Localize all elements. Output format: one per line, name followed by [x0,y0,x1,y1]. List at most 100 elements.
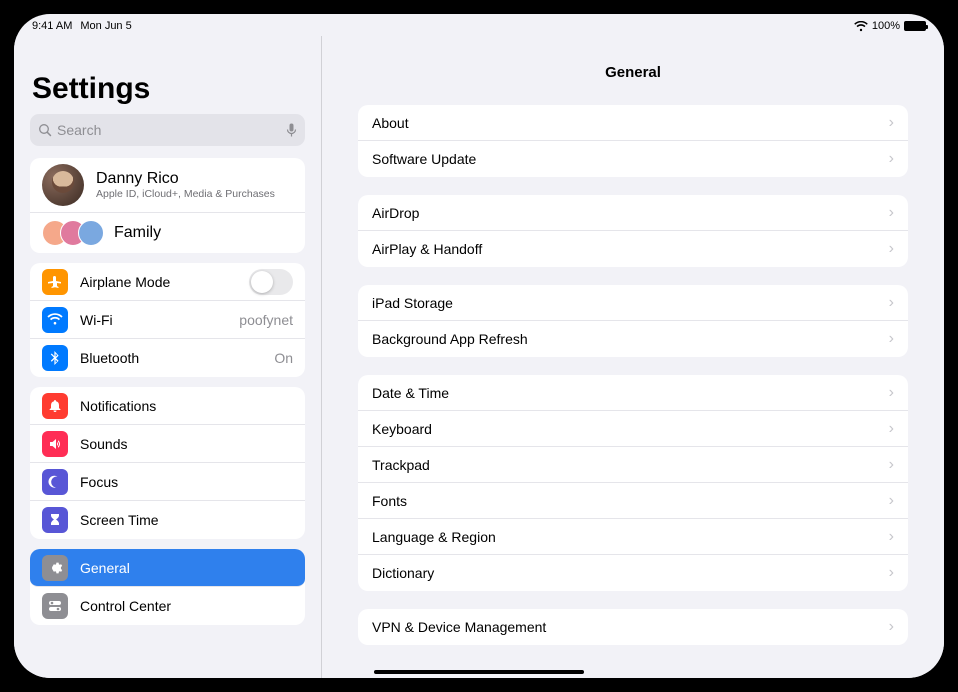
sidebar[interactable]: Settings Search Danny Rico [14,36,322,678]
sidebar-item-label: Wi-Fi [80,312,239,328]
chevron-right-icon: › [889,294,894,312]
wifi-status-icon [854,21,868,32]
sidebar-item-label: Focus [80,474,293,490]
detail-title: General [322,36,944,95]
detail-row-airplay-handoff[interactable]: AirPlay & Handoff› [358,231,908,267]
detail-section-0: About › Software Update › [358,105,908,177]
sidebar-item-screentime[interactable]: Screen Time [30,501,305,539]
detail-section-2: iPad Storage › Background App Refresh › [358,285,908,357]
sidebar-item-label: Sounds [80,436,293,452]
gear-icon [42,555,68,581]
sidebar-item-value: poofynet [239,312,293,328]
detail-pane[interactable]: General About›Software Update›AirDrop›Ai… [322,36,944,678]
apple-id-row[interactable]: Danny Rico Apple ID, iCloud+, Media & Pu… [30,158,305,213]
detail-row-language-region[interactable]: Language & Region › [358,519,908,555]
hourglass-icon [42,507,68,533]
sidebar-section-system: General Control Center [30,549,305,625]
chevron-right-icon: › [889,204,894,222]
home-indicator[interactable] [374,670,584,674]
detail-row-label: Trackpad [372,457,883,473]
detail-row-label: AirDrop [372,205,883,221]
chevron-right-icon: › [889,330,894,348]
sidebar-item-focus[interactable]: Focus [30,463,305,501]
speaker-icon [42,431,68,457]
chevron-right-icon: › [889,528,894,546]
dictation-icon[interactable] [286,123,297,138]
detail-row-keyboard[interactable]: Keyboard › [358,411,908,447]
airplane-icon [42,269,68,295]
sidebar-section-connectivity: Airplane ModeWi-FipoofynetBluetoothOn [30,263,305,377]
chevron-right-icon: › [889,618,894,636]
sidebar-item-value: On [274,350,293,366]
detail-row-trackpad[interactable]: Trackpad › [358,447,908,483]
switches-icon [42,593,68,619]
chevron-right-icon: › [889,114,894,132]
sidebar-item-label: Notifications [80,398,293,414]
detail-row-ipad-storage[interactable]: iPad Storage › [358,285,908,321]
sidebar-item-general[interactable]: General [30,549,305,587]
family-row[interactable]: Family [30,213,305,253]
account-name: Danny Rico [96,169,275,188]
sidebar-item-wifi[interactable]: Wi-Fipoofynet [30,301,305,339]
sidebar-item-notifications[interactable]: Notifications [30,387,305,425]
status-date: Mon Jun 5 [80,20,131,32]
detail-row-airdrop[interactable]: AirDrop › [358,195,908,231]
detail-row-label: AirPlay & Handoff [372,241,883,257]
device-frame: 9:41 AM Mon Jun 5 100% Settings Sear [0,0,958,692]
detail-row-background-app-refresh[interactable]: Background App Refresh › [358,321,908,357]
detail-row-dictionary[interactable]: Dictionary › [358,555,908,591]
chevron-right-icon: › [889,564,894,582]
search-icon [38,123,52,137]
detail-row-label: Background App Refresh [372,331,883,347]
moon-icon [42,469,68,495]
detail-row-software-update[interactable]: Software Update › [358,141,908,177]
detail-row-label: VPN & Device Management [372,619,883,635]
status-left: 9:41 AM Mon Jun 5 [32,20,132,32]
sidebar-section-alerts: Notifications Sounds Focus Screen Time [30,387,305,539]
detail-row-label: Language & Region [372,529,883,545]
battery-percent: 100% [872,20,900,32]
detail-row-about[interactable]: About › [358,105,908,141]
search-placeholder: Search [57,122,286,138]
airplane-toggle[interactable] [249,269,293,295]
sidebar-item-bluetooth[interactable]: BluetoothOn [30,339,305,377]
family-avatars-icon [42,220,104,246]
detail-section-1: AirDrop › AirPlay & Handoff› [358,195,908,267]
bell-icon [42,393,68,419]
status-time: 9:41 AM [32,20,72,32]
account-subtitle: Apple ID, iCloud+, Media & Purchases [96,188,275,201]
detail-row-label: Dictionary [372,565,883,581]
detail-section-4: VPN & Device Management › [358,609,908,645]
sidebar-item-label: Screen Time [80,512,293,528]
sidebar-item-label: Airplane Mode [80,274,249,290]
sidebar-item-airplane[interactable]: Airplane Mode [30,263,305,301]
detail-row-label: Fonts [372,493,883,509]
family-label: Family [114,224,161,242]
detail-row-vpn-device-management[interactable]: VPN & Device Management › [358,609,908,645]
detail-row-label: Keyboard [372,421,883,437]
chevron-right-icon: › [889,150,894,168]
avatar [42,164,84,206]
wifi-icon [42,307,68,333]
bluetooth-icon [42,345,68,371]
detail-section-3: Date & Time›Keyboard›Trackpad›Fonts›Lang… [358,375,908,591]
account-section: Danny Rico Apple ID, iCloud+, Media & Pu… [30,158,305,253]
detail-row-fonts[interactable]: Fonts › [358,483,908,519]
battery-icon [904,21,926,31]
sidebar-item-label: General [80,560,293,576]
screen: 9:41 AM Mon Jun 5 100% Settings Sear [14,14,944,678]
detail-row-label: iPad Storage [372,295,883,311]
chevron-right-icon: › [889,384,894,402]
detail-row-label: Software Update [372,151,883,167]
sidebar-item-controlcenter[interactable]: Control Center [30,587,305,625]
search-input[interactable]: Search [30,114,305,146]
chevron-right-icon: › [889,456,894,474]
page-title: Settings [24,36,311,110]
sidebar-item-label: Control Center [80,598,293,614]
chevron-right-icon: › [889,492,894,510]
sidebar-item-sounds[interactable]: Sounds [30,425,305,463]
detail-row-date-time[interactable]: Date & Time› [358,375,908,411]
chevron-right-icon: › [889,420,894,438]
detail-row-label: About [372,115,883,131]
status-right: 100% [854,20,926,32]
